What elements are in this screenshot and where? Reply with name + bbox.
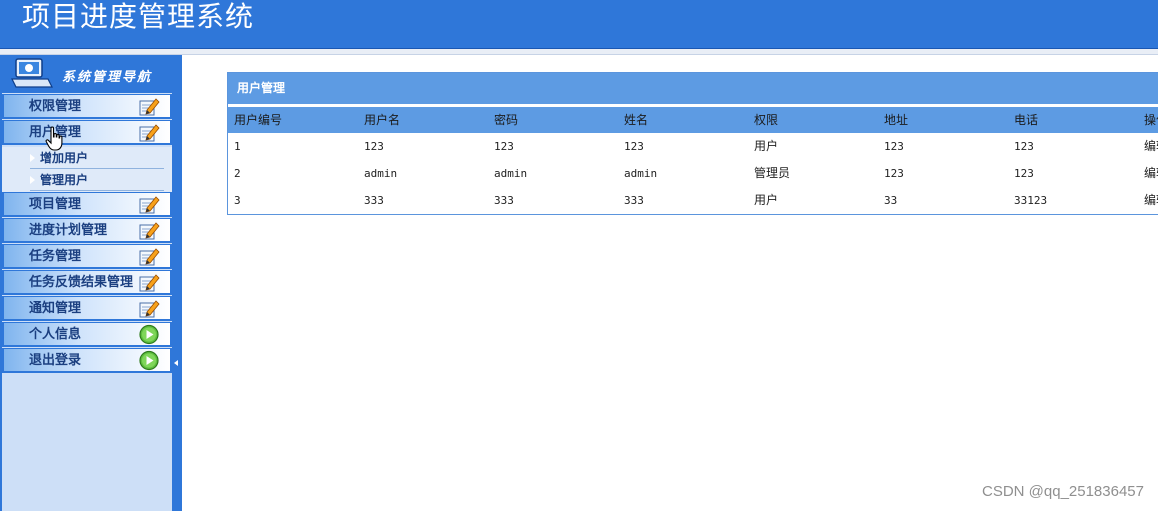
edit-link[interactable]: 编辑 bbox=[1144, 160, 1158, 187]
submenu-item-label: 管理用户 bbox=[40, 173, 89, 187]
column-header: 操作 bbox=[1144, 113, 1158, 127]
sidebar-menu: 系统管理导航 权限管理用户管理项目管理进度计划管理 任务管理任务反馈结果管理 通知管… bbox=[2, 55, 172, 511]
table-cell: 333 bbox=[624, 194, 644, 207]
nav-header: 系统管理导航 bbox=[2, 55, 172, 93]
column-header: 用户编号 bbox=[234, 113, 283, 127]
edit-note-icon bbox=[138, 220, 160, 241]
table-cell: admin bbox=[364, 167, 398, 180]
table-cell: 2 bbox=[234, 167, 241, 180]
table-cell: 123 bbox=[494, 140, 514, 153]
sidebar-item-2[interactable]: 用户管理 bbox=[2, 120, 172, 145]
edit-link[interactable]: 编辑 bbox=[1144, 133, 1158, 160]
watermark: CSDN @qq_251836457 bbox=[981, 483, 1144, 500]
submenu-item-2[interactable]: 管理用户 bbox=[30, 169, 164, 191]
triangle-right-icon bbox=[30, 176, 35, 184]
user-management-panel: 用户管理 用户编号 用户名 密码 姓名 权限 地址 电话 操作 1 123 123 123 用户 123… bbox=[227, 72, 1158, 215]
sidebar-item-5[interactable]: 任务管理 bbox=[2, 244, 172, 269]
table-row: 1 123 123 123 用户 123 123 编辑 bbox=[228, 133, 1158, 160]
sidebar-item-label: 进度计划管理 bbox=[29, 223, 108, 238]
column-header: 电话 bbox=[1014, 113, 1039, 127]
edit-link[interactable]: 编辑 bbox=[1144, 187, 1158, 214]
table-cell: 123 bbox=[1014, 140, 1034, 153]
table-cell: 123 bbox=[884, 140, 904, 153]
sidebar-item-label: 权限管理 bbox=[29, 99, 82, 114]
table-cell: 用户 bbox=[754, 193, 779, 207]
column-header: 姓名 bbox=[624, 113, 649, 127]
sidebar-item-label: 个人信息 bbox=[29, 327, 82, 342]
triangle-right-icon bbox=[30, 154, 35, 162]
sidebar-item-9[interactable]: 退出登录 bbox=[2, 348, 172, 373]
column-header: 地址 bbox=[884, 113, 909, 127]
sidebar-item-7[interactable]: 通知管理 bbox=[2, 296, 172, 321]
hand-cursor-icon bbox=[45, 126, 63, 151]
play-circle-icon bbox=[138, 350, 160, 371]
table-cell: admin bbox=[494, 167, 528, 180]
panel-title-bar: 用户管理 bbox=[228, 73, 1158, 104]
sidebar-item-label: 任务管理 bbox=[29, 249, 82, 264]
play-circle-icon bbox=[138, 324, 160, 345]
sidebar-item-label: 任务反馈结果管理 bbox=[29, 275, 134, 290]
table-cell: 123 bbox=[1014, 167, 1034, 180]
panel-title: 用户管理 bbox=[237, 81, 286, 95]
column-header: 用户名 bbox=[364, 113, 401, 127]
sidebar-item-1[interactable]: 权限管理 bbox=[2, 94, 172, 119]
table-cell: 333 bbox=[364, 194, 384, 207]
table-cell: 管理员 bbox=[754, 166, 791, 180]
table-cell: 1 bbox=[234, 140, 241, 153]
table-cell: 333 bbox=[494, 194, 514, 207]
column-header: 密码 bbox=[494, 113, 519, 127]
sidebar-item-3[interactable]: 项目管理 bbox=[2, 192, 172, 217]
sidebar-item-8[interactable]: 个人信息 bbox=[2, 322, 172, 347]
edit-note-icon bbox=[138, 246, 160, 267]
column-header: 权限 bbox=[754, 113, 779, 127]
sidebar-item-label: 退出登录 bbox=[29, 353, 82, 368]
app-window: 项目进度管理系统 系统管理导航 权限管理 用户管理 项目管理 进度计划管理 任务管理 任务… bbox=[0, 0, 1158, 511]
sidebar-item-6[interactable]: 任务反馈结果管理 bbox=[2, 270, 172, 295]
table-cell: 123 bbox=[884, 167, 904, 180]
sidebar-item-label: 通知管理 bbox=[29, 301, 82, 316]
table-cell: 123 bbox=[624, 140, 644, 153]
edit-note-icon bbox=[138, 272, 160, 293]
sidebar: 系统管理导航 权限管理用户管理项目管理进度计划管理 任务管理任务反馈结果管理 通知管… bbox=[0, 55, 182, 511]
edit-note-icon bbox=[138, 122, 160, 143]
table-row: 3333333333用户3333123编辑 bbox=[228, 187, 1158, 214]
edit-note-icon bbox=[138, 194, 160, 215]
app-header: 项目进度管理系统 bbox=[0, 0, 1158, 49]
app-title: 项目进度管理系统 bbox=[22, 0, 255, 33]
table-cell: admin bbox=[624, 167, 658, 180]
table-row: 2 admin admin admin 管理员 123 123 编辑 bbox=[228, 160, 1158, 187]
table-cell: 33123 bbox=[1014, 194, 1048, 207]
edit-note-icon bbox=[138, 298, 160, 319]
collapse-sidebar-arrow-icon[interactable] bbox=[174, 360, 178, 366]
sidebar-item-label: 项目管理 bbox=[29, 197, 82, 212]
nav-title: 系统管理导航 bbox=[62, 70, 153, 85]
sidebar-item-4[interactable]: 进度计划管理 bbox=[2, 218, 172, 243]
table-cell: 3 bbox=[234, 194, 241, 207]
table-cell: 123 bbox=[364, 140, 384, 153]
edit-note-icon bbox=[138, 96, 160, 117]
table-cell: 33 bbox=[884, 194, 898, 207]
computer-icon bbox=[11, 58, 53, 88]
table-cell: 用户 bbox=[754, 139, 779, 153]
table-header: 用户编号 用户名 密码 姓名 权限 地址 电话 操作 bbox=[228, 107, 1158, 133]
user-submenu: 增加用户 管理用户 bbox=[2, 147, 172, 192]
